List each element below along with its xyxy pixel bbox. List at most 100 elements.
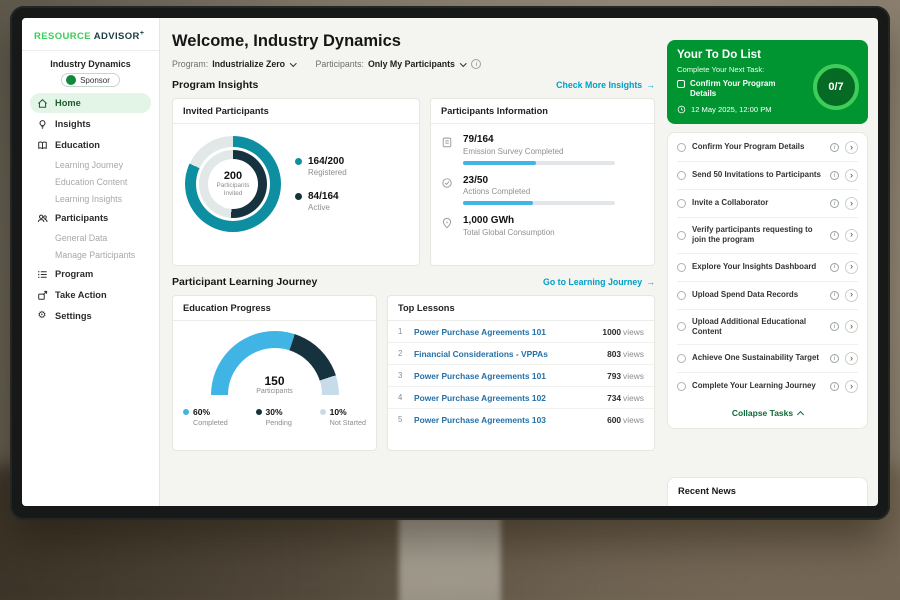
chevron-right-icon[interactable]: › (845, 380, 858, 393)
info-icon[interactable]: i (830, 171, 839, 180)
sidebar-item-insights[interactable]: Insights (30, 114, 151, 134)
progress-bar (463, 161, 615, 165)
info-icon[interactable]: i (830, 143, 839, 152)
todo-task-row[interactable]: Complete Your Learning Journey i › (677, 373, 858, 400)
info-icon[interactable]: i (830, 354, 839, 363)
lesson-link[interactable]: Power Purchase Agreements 101 (414, 371, 599, 381)
info-icon[interactable]: i (471, 59, 481, 69)
chevron-right-icon[interactable]: › (845, 197, 858, 210)
lesson-row: 3 Power Purchase Agreements 101 793views (388, 365, 654, 387)
checkbox-icon[interactable] (677, 171, 686, 180)
info-icon[interactable]: i (830, 291, 839, 300)
chevron-right-icon[interactable]: › (845, 261, 858, 274)
sidebar-item-settings[interactable]: ⚙ Settings (30, 306, 151, 326)
checkbox-icon[interactable] (677, 263, 686, 272)
checkbox-icon[interactable] (677, 199, 686, 208)
energy-pin-icon (441, 215, 454, 237)
sidebar-item-label: Participants (55, 213, 108, 223)
lesson-link[interactable]: Power Purchase Agreements 102 (414, 393, 599, 403)
sidebar-item-label: Home (55, 98, 81, 108)
chevron-right-icon[interactable]: › (845, 352, 858, 365)
sidebar-nav: Home Insights Education Learning Journey… (22, 93, 159, 326)
info-icon[interactable]: i (830, 231, 839, 240)
sponsor-label: Sponsor (80, 76, 110, 85)
todo-task-list: Confirm Your Program Details i › Send 50… (667, 132, 868, 429)
sidebar-item-education[interactable]: Education (30, 135, 151, 155)
chevron-right-icon[interactable]: › (845, 169, 858, 182)
check-circle-icon (441, 175, 454, 206)
participants-value: Only My Participants (368, 59, 455, 69)
sidebar-item-program[interactable]: Program (30, 264, 151, 284)
sidebar-item-take-action[interactable]: Take Action (30, 285, 151, 305)
checkbox-icon[interactable] (677, 354, 686, 363)
lesson-link[interactable]: Power Purchase Agreements 103 (414, 415, 599, 425)
chevron-down-icon (460, 60, 466, 66)
sidebar-item-learning-journey[interactable]: Learning Journey (30, 156, 151, 173)
todo-task-row[interactable]: Upload Spend Data Records i › (677, 282, 858, 310)
invited-participants-card: Invited Participants 200 Participants In… (172, 98, 420, 266)
participants-information-card: Participants Information 79/164 Emission… (430, 98, 655, 266)
sidebar-item-general-data[interactable]: General Data (30, 229, 151, 246)
stat-emission-survey: 79/164 Emission Survey Completed (441, 134, 644, 165)
program-insights-header: Program Insights Check More Insights → (172, 79, 655, 91)
chevron-right-icon[interactable]: › (845, 289, 858, 302)
lesson-link[interactable]: Financial Considerations - VPPAs (414, 349, 599, 359)
sponsor-badge[interactable]: Sponsor (61, 73, 120, 87)
org-name: Industry Dynamics (22, 59, 159, 69)
chevron-right-icon[interactable]: › (845, 320, 858, 333)
section-title: Participant Learning Journey (172, 276, 317, 288)
stat-actions-completed: 23/50 Actions Completed (441, 175, 644, 206)
list-icon (36, 268, 48, 280)
checkbox-icon[interactable] (677, 322, 686, 331)
todo-task-row[interactable]: Confirm Your Program Details i › (677, 134, 858, 162)
chevron-right-icon[interactable]: › (845, 141, 858, 154)
gauge-center-label: 150 Participants (211, 374, 339, 395)
info-icon[interactable]: i (830, 322, 839, 331)
legend-item-registered: 164/200 Registered (295, 156, 347, 177)
lesson-link[interactable]: Power Purchase Agreements 101 (414, 327, 594, 337)
main-content: Welcome, Industry Dynamics Program: Indu… (160, 18, 665, 506)
todo-panel: Your To Do List Complete Your Next Task:… (665, 18, 878, 506)
home-icon (36, 97, 48, 109)
go-to-learning-journey-link[interactable]: Go to Learning Journey → (543, 277, 655, 287)
sidebar-item-participants[interactable]: Participants (30, 208, 151, 228)
clipboard-icon (441, 134, 454, 165)
checkbox-icon[interactable] (677, 382, 686, 391)
invited-legend: 164/200 Registered 84/164 Active (295, 156, 347, 212)
lesson-row: 2 Financial Considerations - VPPAs 803vi… (388, 343, 654, 365)
info-icon[interactable]: i (830, 263, 839, 272)
education-legend: 60% Completed 30% Pending (173, 399, 376, 427)
chevron-right-icon[interactable]: › (845, 229, 858, 242)
info-icon[interactable]: i (830, 199, 839, 208)
legend-dot (295, 158, 302, 165)
card-title: Education Progress (173, 296, 376, 321)
check-more-insights-link[interactable]: Check More Insights → (556, 80, 655, 90)
checkbox-icon[interactable] (677, 231, 686, 240)
legend-item-pending: 30% Pending (256, 407, 292, 427)
sidebar-item-label: Settings (55, 311, 92, 321)
sidebar-item-education-content[interactable]: Education Content (30, 173, 151, 190)
todo-task-row[interactable]: Invite a Collaborator i › (677, 190, 858, 218)
program-value: Industrialize Zero (212, 59, 285, 69)
checkbox-icon[interactable] (677, 143, 686, 152)
collapse-tasks-button[interactable]: Collapse Tasks (677, 400, 858, 427)
sidebar-item-learning-insights[interactable]: Learning Insights (30, 190, 151, 207)
todo-task-row[interactable]: Upload Additional Educational Content i … (677, 310, 858, 346)
todo-task-row[interactable]: Send 50 Invitations to Participants i › (677, 162, 858, 190)
info-icon[interactable]: i (830, 382, 839, 391)
todo-task-row[interactable]: Verify participants requesting to join t… (677, 218, 858, 254)
participants-select[interactable]: Participants: Only My Participants i (316, 59, 482, 69)
todo-task-row[interactable]: Achieve One Sustainability Target i › (677, 345, 858, 373)
checkbox-icon[interactable] (677, 80, 685, 88)
sidebar-item-home[interactable]: Home (30, 93, 151, 113)
legend-dot (295, 193, 302, 200)
sidebar-item-manage-participants[interactable]: Manage Participants (30, 246, 151, 263)
education-progress-card: Education Progress 150 Participants 60% (172, 295, 377, 451)
donut-center-label: 200 Participants Invited (185, 136, 281, 232)
checkbox-icon[interactable] (677, 291, 686, 300)
program-select[interactable]: Program: Industrialize Zero (172, 59, 296, 69)
app-logo: RESOURCE ADVISOR+ (22, 28, 159, 50)
progress-bar (463, 201, 615, 205)
todo-task-row[interactable]: Explore Your Insights Dashboard i › (677, 254, 858, 282)
app-window: RESOURCE ADVISOR+ Industry Dynamics Spon… (22, 18, 878, 506)
